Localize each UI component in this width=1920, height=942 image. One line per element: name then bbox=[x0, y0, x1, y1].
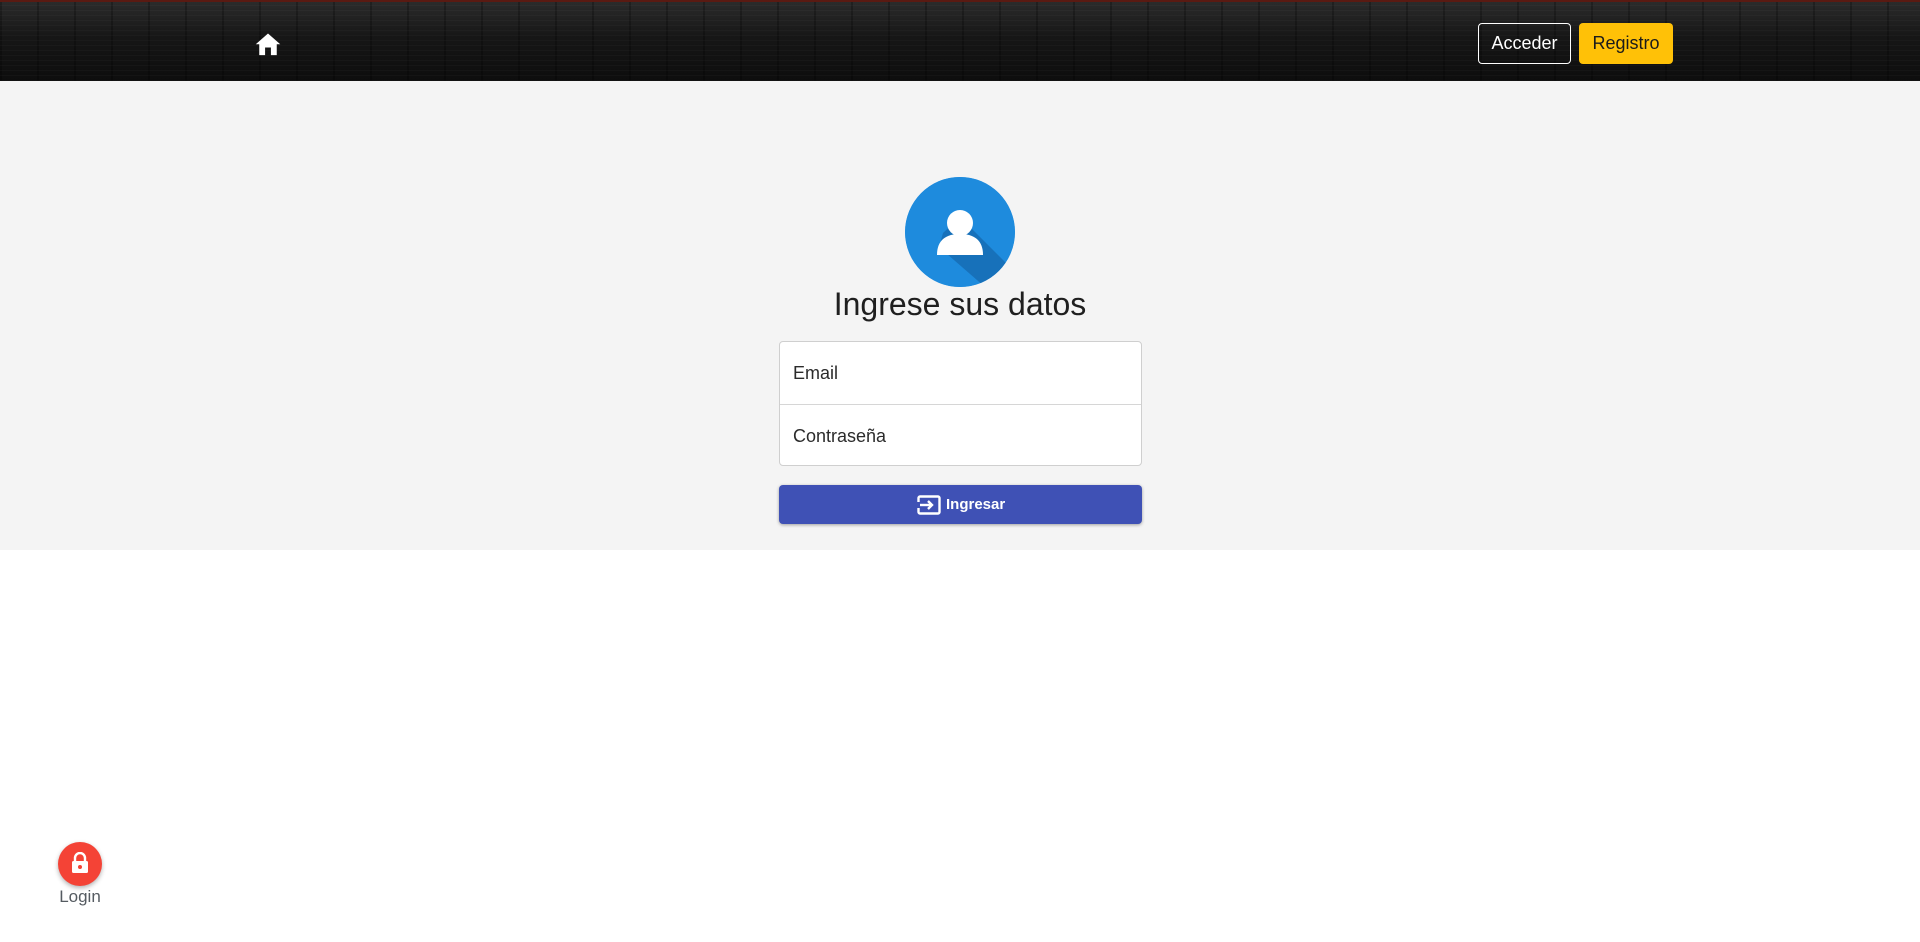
user-avatar-icon bbox=[905, 177, 1015, 287]
registro-button[interactable]: Registro bbox=[1579, 23, 1673, 64]
ingresar-label: Ingresar bbox=[946, 496, 1006, 513]
login-fab-label[interactable]: Login bbox=[40, 887, 120, 907]
lock-icon bbox=[72, 852, 88, 873]
login-fab-button[interactable] bbox=[58, 842, 102, 886]
password-field[interactable] bbox=[780, 405, 1141, 467]
ingresar-button[interactable]: Ingresar bbox=[779, 485, 1142, 524]
login-enter-icon bbox=[917, 495, 941, 515]
login-form bbox=[779, 341, 1142, 467]
acceder-button[interactable]: Acceder bbox=[1478, 23, 1571, 64]
email-field[interactable] bbox=[780, 342, 1141, 404]
top-navbar: Acceder Registro bbox=[0, 0, 1920, 81]
page-title: Ingrese sus datos bbox=[833, 286, 1087, 322]
home-icon[interactable] bbox=[254, 31, 282, 57]
